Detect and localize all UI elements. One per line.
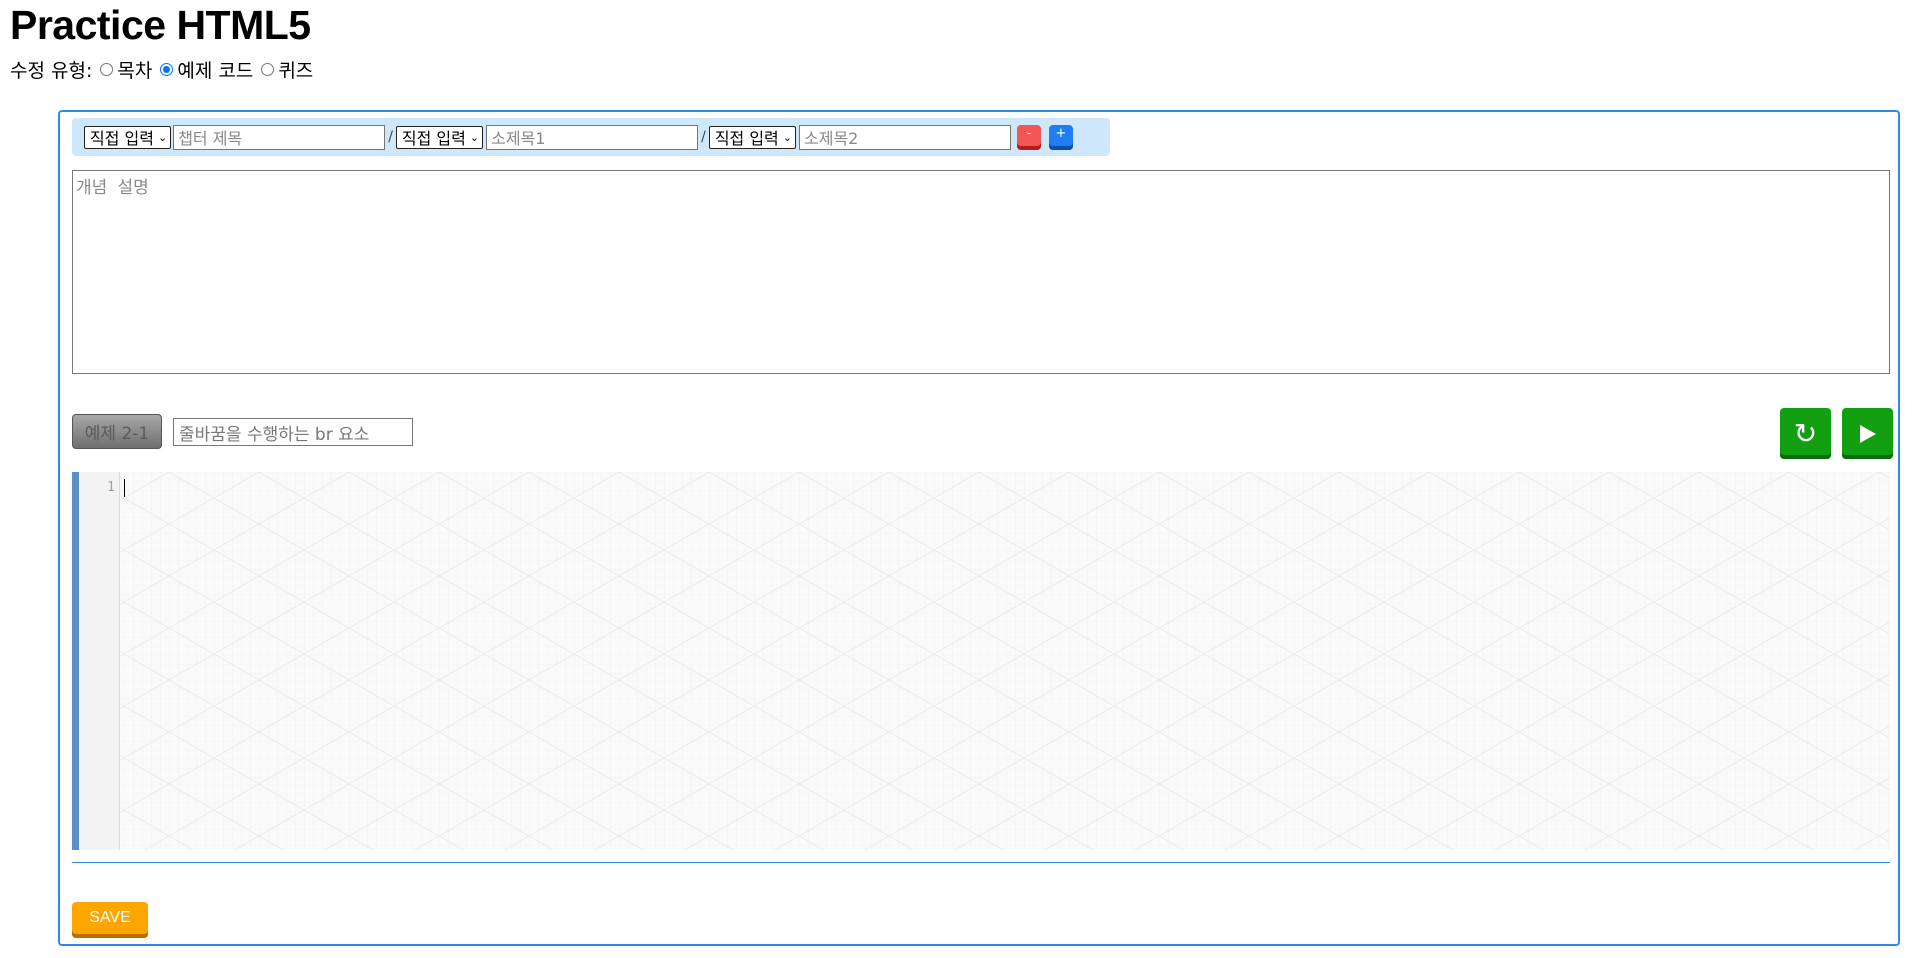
line-number: 1 [107,480,115,495]
subtitle2-input[interactable]: 소제목2 [799,124,1011,150]
refresh-icon: ↻ [1793,417,1818,450]
subtitle2-select[interactable]: 직접 입력 ⌄ [708,125,796,149]
chevron-down-icon: ⌄ [157,130,168,144]
play-icon [1859,424,1876,443]
reset-button[interactable]: ↻ [1780,408,1831,459]
edit-type-option-example-code[interactable]: 예제 코드 [160,56,253,83]
edit-type-option-toc[interactable]: 목차 [100,56,152,83]
separator: / [701,129,706,145]
radio-quiz[interactable] [261,63,275,76]
divider [72,862,1890,863]
chapter-select-value: 직접 입력 [90,129,154,148]
radio-example-code[interactable] [160,63,174,76]
edit-type-group: 수정 유형: 목차 예제 코드 퀴즈 [10,56,313,83]
concept-placeholder: 개념 설명 [76,178,149,198]
run-button[interactable] [1842,408,1893,459]
concept-textarea[interactable]: 개념 설명 [72,170,1890,374]
chapter-title-input[interactable]: 챕터 제목 [173,124,386,150]
save-button[interactable]: SAVE [72,902,148,938]
separator: / [388,129,393,145]
line-number-gutter: 1 [79,472,120,850]
radio-toc[interactable] [100,63,114,76]
chapter-select[interactable]: 직접 입력 ⌄ [84,125,172,149]
edit-type-option-label: 목차 [117,60,153,82]
edit-type-option-label: 퀴즈 [278,60,314,82]
subtitle1-input[interactable]: 소제목1 [486,124,699,150]
subtitle1-placeholder: 소제목1 [491,129,546,148]
add-button[interactable]: + [1049,124,1073,150]
edit-type-option-quiz[interactable]: 퀴즈 [261,56,313,83]
code-area[interactable] [120,472,1890,850]
text-cursor [124,479,125,497]
chevron-down-icon: ⌄ [469,130,480,144]
edit-type-option-label: 예제 코드 [177,60,254,82]
example-button[interactable]: 예제 2-1 [72,414,162,449]
chevron-down-icon: ⌄ [782,130,792,144]
subtitle1-select[interactable]: 직접 입력 ⌄ [395,125,484,149]
subtitle2-placeholder: 소제목2 [804,129,859,148]
example-title-value: 줄바꿈을 수행하는 br 요소 [179,424,370,445]
code-editor[interactable]: 1 [72,472,1890,850]
chapter-bar: 직접 입력 ⌄ 챕터 제목 / 직접 입력 ⌄ 소제목1 / 직접 입력 ⌄ 소… [72,118,1110,156]
remove-button[interactable]: - [1017,124,1041,150]
subtitle2-select-value: 직접 입력 [714,129,779,148]
edit-type-label: 수정 유형: [10,60,93,82]
chapter-title-placeholder: 챕터 제목 [178,129,243,148]
editor-panel: 직접 입력 ⌄ 챕터 제목 / 직접 입력 ⌄ 소제목1 / 직접 입력 ⌄ 소… [58,110,1900,946]
page-title: Practice HTML5 [10,2,311,48]
subtitle1-select-value: 직접 입력 [401,129,466,148]
example-title-input[interactable]: 줄바꿈을 수행하는 br 요소 [173,418,413,446]
